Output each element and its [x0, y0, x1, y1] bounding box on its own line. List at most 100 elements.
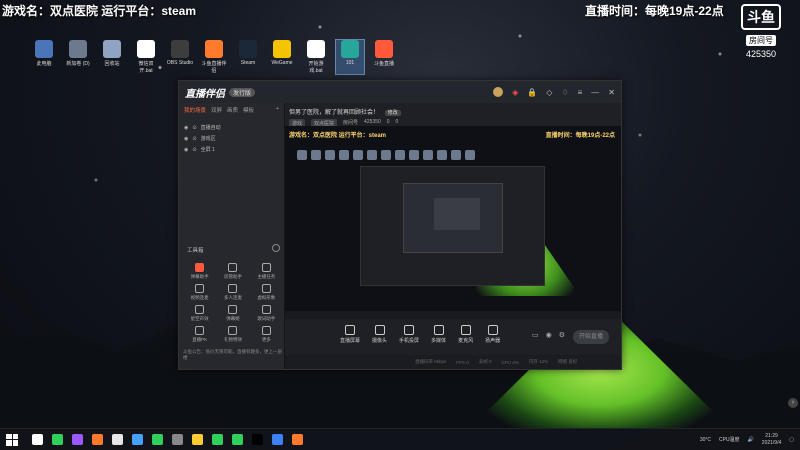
tool-item[interactable]: 歌词助手: [250, 305, 283, 322]
desktop-icon[interactable]: 微信双开.bat: [132, 40, 160, 74]
start-stream-button[interactable]: 开始直播: [573, 330, 609, 344]
desktop-icon[interactable]: 斗鱼直播伴侣: [200, 40, 228, 74]
tool-item[interactable]: 更多: [250, 326, 283, 343]
taskbar-app-icon[interactable]: [192, 434, 203, 445]
sidebar-tab[interactable]: 我的场景: [184, 106, 206, 114]
volume-icon[interactable]: 🔊: [748, 437, 754, 443]
source-tool[interactable]: 多媒体: [431, 325, 446, 344]
desktop-icon-label: 微信双开.bat: [138, 61, 154, 74]
gift-icon[interactable]: ◈: [512, 88, 518, 97]
taskbar-app-icon[interactable]: [212, 434, 223, 445]
skin-icon[interactable]: ◇: [546, 88, 552, 97]
settings-icon[interactable]: ⚙: [559, 331, 565, 339]
avatar[interactable]: [493, 87, 504, 97]
source-tool[interactable]: 摄像头: [372, 325, 387, 344]
taskbar-app-icon[interactable]: [172, 434, 183, 445]
source-tool[interactable]: 扬声器: [485, 325, 500, 344]
taskbar-app-icon[interactable]: [232, 434, 243, 445]
desktop-icon[interactable]: Steam: [234, 40, 262, 74]
lock-icon[interactable]: 🔒: [527, 88, 537, 97]
tool-item[interactable]: 虚拟形象: [250, 284, 283, 301]
tool-icon: [195, 326, 205, 335]
desktop-icon[interactable]: 斗鱼直播: [370, 40, 398, 74]
sidebar-tab[interactable]: 模板: [243, 106, 254, 114]
tool-label: 弹幕姬: [226, 316, 240, 321]
window-titlebar[interactable]: 直播伴侣 发行版 ◈ 🔒 ◇ ♢ ≡ — ✕: [179, 81, 621, 103]
sidebar-tab[interactable]: 画质: [227, 106, 238, 114]
desktop-app-icon: [137, 40, 155, 58]
source-tool[interactable]: 麦克风: [458, 325, 473, 344]
desktop-icon-label: OBS Studio: [166, 60, 194, 66]
taskbar-app-icon[interactable]: [52, 434, 63, 445]
tool-item[interactable]: 视频连麦: [183, 284, 216, 301]
tool-item[interactable]: 直播PK: [183, 326, 216, 343]
desktop-icon[interactable]: OBS Studio: [166, 40, 194, 74]
record-icon[interactable]: ▭: [532, 331, 539, 339]
lock-icon[interactable]: ⊙: [192, 125, 196, 131]
taskbar-app-icon[interactable]: [92, 434, 103, 445]
taskbar-app-icon[interactable]: [112, 434, 123, 445]
desktop-icon[interactable]: 101: [335, 39, 365, 75]
taskbar-app-icon[interactable]: [252, 434, 263, 445]
taskbar-app-icon[interactable]: [272, 434, 283, 445]
tool-icon: [195, 263, 205, 272]
preview-nested-window-3: [434, 198, 480, 230]
lock-icon[interactable]: ⊙: [192, 147, 196, 153]
scene-item[interactable]: ◉ ⊙ 直播自动: [184, 124, 279, 132]
weather-temp: 30°C: [699, 436, 711, 443]
desktop-app-icon: [375, 40, 393, 58]
bell-icon[interactable]: ♢: [561, 88, 568, 97]
sidebar-notice: 斗鱼公告：低价无限可能，直播有趣多，更上一层楼: [183, 349, 282, 360]
eye-icon[interactable]: ◉: [184, 125, 188, 131]
tool-item[interactable]: 弹幕助手: [183, 263, 216, 280]
source-tool-icon: [433, 325, 444, 335]
taskbar-app-icon[interactable]: [32, 434, 43, 445]
stream-preview[interactable]: 游戏名：双点医院 运行平台：steam 直播时间：每晚19点-22点: [285, 126, 621, 319]
douyu-logo-mark: 斗鱼: [741, 4, 781, 30]
sidebar-tab[interactable]: 双屏: [211, 106, 222, 114]
windows-start-icon[interactable]: [6, 433, 18, 446]
scene-item[interactable]: ◉ ⊙ 全屏 1: [184, 146, 279, 154]
taskbar-app-icon[interactable]: [292, 434, 303, 445]
tool-item[interactable]: 礼物特效: [216, 326, 249, 343]
lock-icon[interactable]: ⊙: [192, 136, 196, 142]
minimize-icon[interactable]: —: [591, 88, 599, 97]
eye-icon[interactable]: ◉: [184, 147, 188, 153]
source-tool[interactable]: 直播屏幕: [340, 325, 360, 344]
scene-item[interactable]: ◉ ⊙ 游戏区: [184, 135, 279, 143]
menu-icon[interactable]: ≡: [578, 88, 583, 97]
desktop-app-icon: [69, 40, 87, 58]
tool-item[interactable]: 多人连麦: [216, 284, 249, 301]
edit-title-button[interactable]: 修改: [384, 110, 401, 116]
desktop-icon[interactable]: WeGame: [268, 40, 296, 74]
taskbar-clock[interactable]: 21:29 2021/9/4: [762, 433, 781, 447]
desktop-icon[interactable]: 回收站: [98, 40, 126, 74]
desktop-icon[interactable]: 新加卷 (D): [64, 40, 92, 74]
taskbar-app-icon[interactable]: [152, 434, 163, 445]
eye-icon[interactable]: ◉: [546, 331, 552, 339]
tool-item[interactable]: 房管助手: [216, 263, 249, 280]
desktop-app-icon: [341, 40, 359, 58]
add-scene-icon[interactable]: +: [276, 106, 279, 114]
desktop-icon-label: 101: [345, 60, 355, 66]
tool-icon: [261, 263, 271, 272]
scene-list: ◉ ⊙ 直播自动 ◉ ⊙ 游戏区 ◉ ⊙ 全屏 1: [179, 117, 284, 160]
desktop-icon[interactable]: 此电脑: [30, 40, 58, 74]
tool-item[interactable]: 弹幕姬: [216, 305, 249, 322]
toolbox-more-icon[interactable]: [272, 244, 280, 252]
overlay-game-info: 游戏名：双点医院 运行平台：steam: [2, 4, 197, 18]
desktop-icon[interactable]: 开始游戏.bat: [302, 40, 330, 74]
taskbar-app-icon[interactable]: [72, 434, 83, 445]
eye-icon[interactable]: ◉: [184, 136, 188, 142]
close-icon[interactable]: ✕: [608, 88, 615, 97]
tool-item[interactable]: 主播任务: [250, 263, 283, 280]
taskbar-app-icon[interactable]: [132, 434, 143, 445]
source-tool[interactable]: 手机投屏: [399, 325, 419, 344]
notification-icon[interactable]: ▢: [789, 437, 794, 443]
source-tool-icon: [345, 325, 355, 335]
desktop-icon-label: 开始游戏.bat: [308, 61, 324, 74]
tool-label: 视频连麦: [190, 295, 209, 300]
scroll-right-icon[interactable]: ›: [788, 398, 798, 408]
tool-item[interactable]: 星空声效: [183, 305, 216, 322]
clock-time: 21:29: [765, 432, 778, 439]
